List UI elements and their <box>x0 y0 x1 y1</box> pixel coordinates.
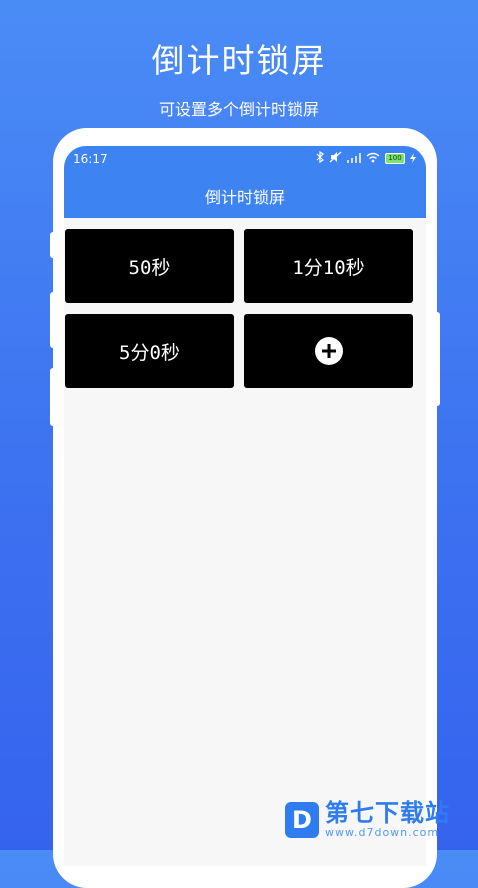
plus-icon <box>314 337 343 365</box>
no-sound-icon <box>329 151 342 166</box>
watermark-name: 第七下载站 <box>325 799 450 827</box>
wifi-icon <box>366 152 380 166</box>
signal-icon <box>347 152 361 166</box>
timer-label: 50秒 <box>128 256 171 279</box>
app-bar: 倒计时锁屏 <box>64 174 426 218</box>
add-timer-button[interactable] <box>244 314 413 388</box>
promo-subtitle: 可设置多个倒计时锁屏 <box>158 100 319 119</box>
timer-label: 1分10秒 <box>292 256 365 279</box>
timer-tile[interactable]: 5分0秒 <box>65 314 234 388</box>
promo-title: 倒计时锁屏 <box>151 41 327 80</box>
phone-screen: 16:17 100 倒计时锁屏 50秒 1分10秒 5分0秒 <box>64 146 426 866</box>
watermark-logo: D <box>285 801 319 838</box>
charging-icon <box>410 152 416 166</box>
timer-tile[interactable]: 50秒 <box>65 229 234 303</box>
battery-icon: 100 <box>385 153 405 164</box>
timer-tile[interactable]: 1分10秒 <box>244 229 413 303</box>
watermark: D 第七下载站 www.d7down.com <box>285 800 450 839</box>
bluetooth-icon <box>316 150 324 166</box>
timer-label: 5分0秒 <box>119 341 180 364</box>
status-time: 16:17 <box>73 152 108 166</box>
status-icons: 100 <box>316 150 416 166</box>
app-bar-title: 倒计时锁屏 <box>204 188 285 207</box>
watermark-url: www.d7down.com <box>325 826 440 839</box>
status-bar: 16:17 100 <box>64 146 426 174</box>
